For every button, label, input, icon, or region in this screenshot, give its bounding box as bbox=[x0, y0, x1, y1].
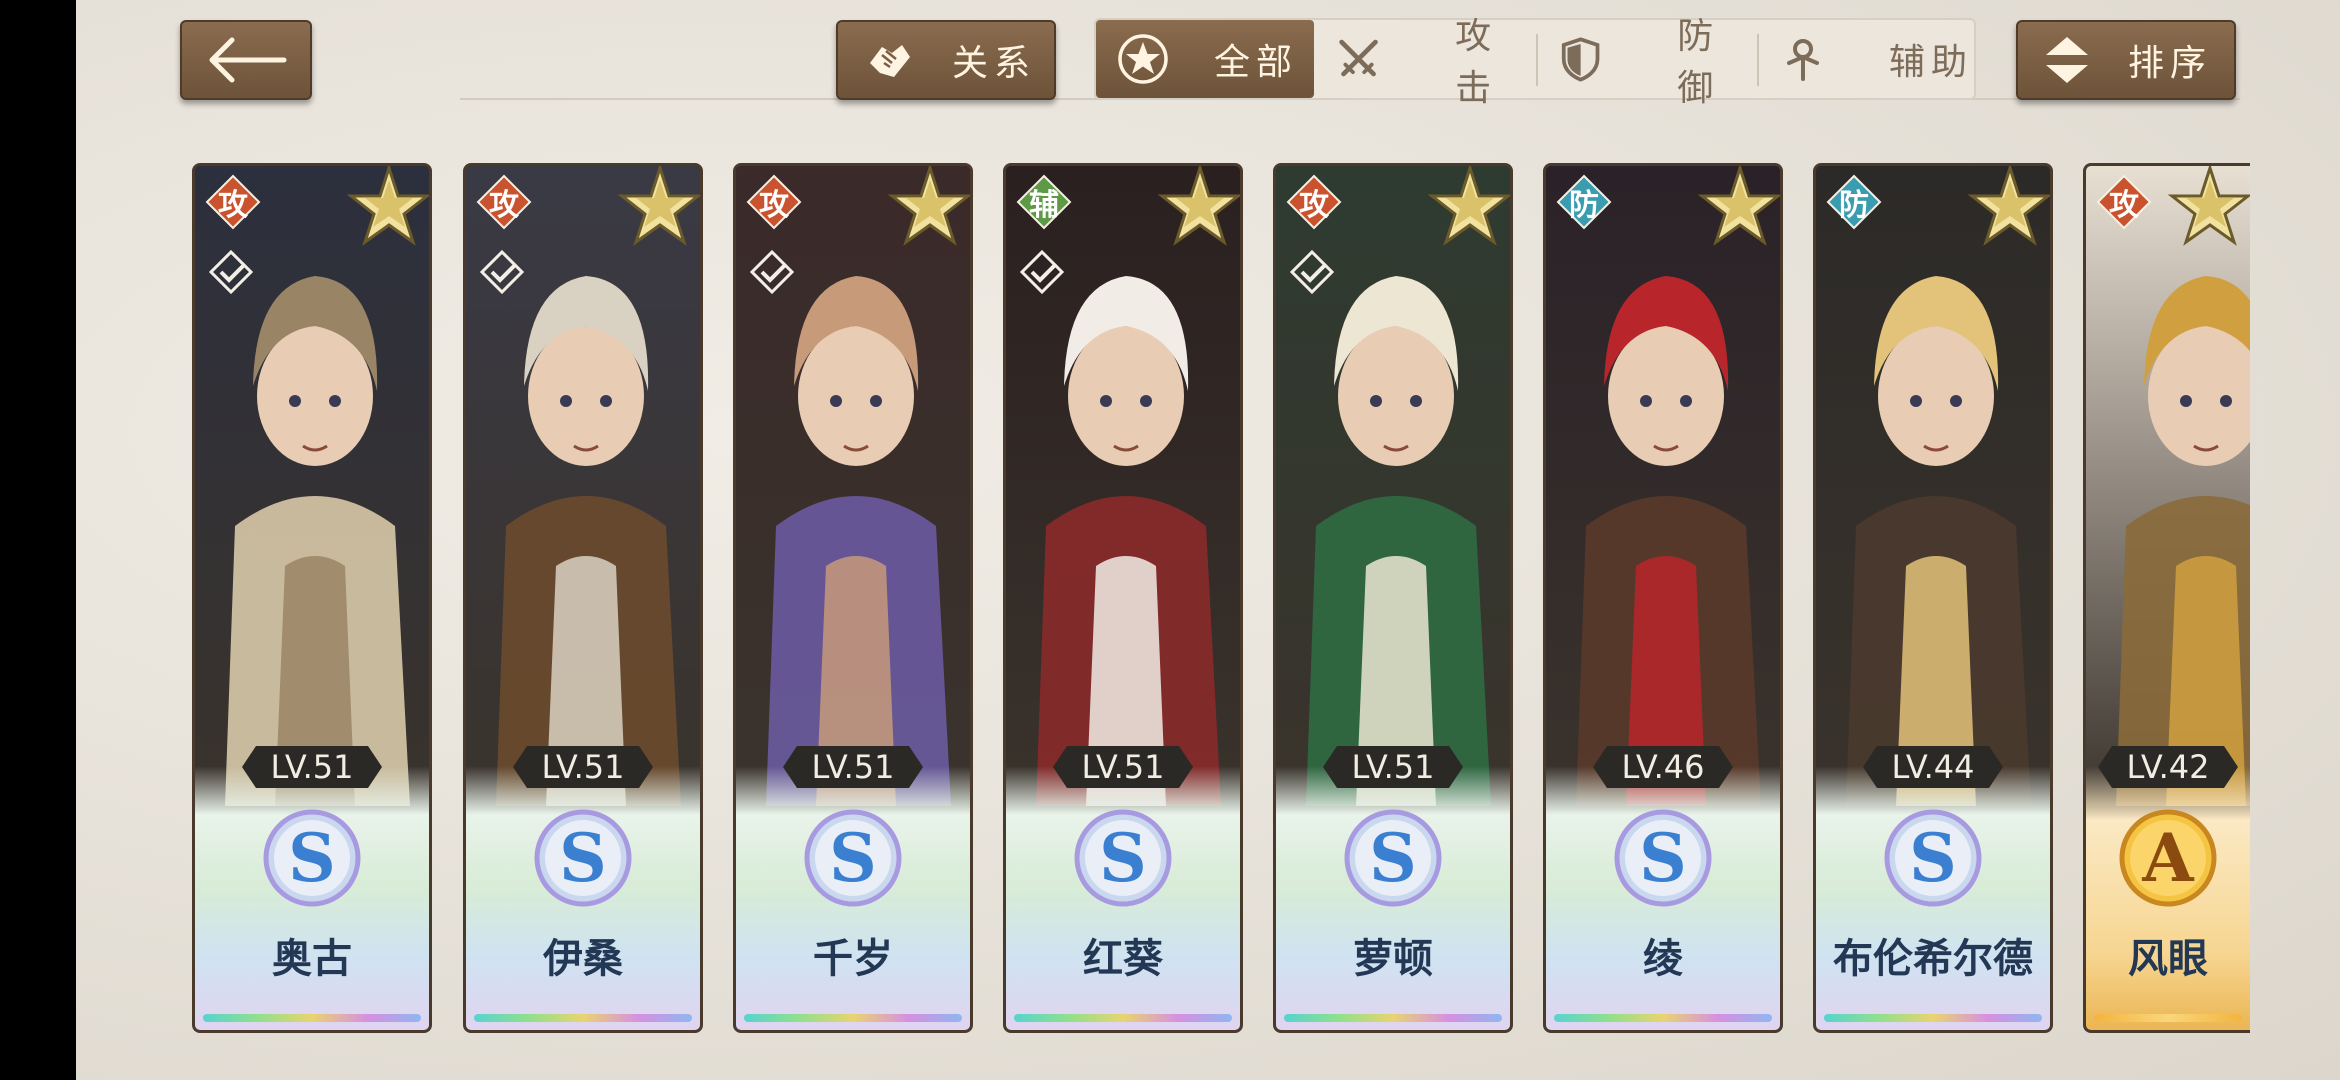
card-bottom-bar bbox=[1824, 1014, 2042, 1022]
card-bottom-bar bbox=[1284, 1014, 1502, 1022]
handshake-icon bbox=[870, 45, 910, 77]
card-bottom-bar bbox=[2094, 1014, 2242, 1022]
shield-icon bbox=[1561, 37, 1600, 82]
relation-button[interactable]: 关系 bbox=[836, 20, 1056, 100]
grade-letter: S bbox=[1909, 819, 1957, 897]
equipment-lock-icon bbox=[1289, 249, 1335, 295]
sort-label: 排序 bbox=[2128, 43, 2213, 84]
tab-all[interactable]: 全部 bbox=[1096, 20, 1314, 98]
grade-letter: A bbox=[2142, 819, 2194, 897]
grade-letter: S bbox=[288, 819, 336, 897]
tab-attack-label: 攻击 bbox=[1455, 16, 1498, 109]
level-badge: LV.42 bbox=[2098, 746, 2238, 788]
tab-support-label: 辅助 bbox=[1889, 42, 1974, 83]
character-name: 绫 bbox=[1643, 935, 1683, 982]
card-bottom-bar bbox=[474, 1014, 692, 1022]
character-card[interactable]: 攻 LV.51 S 萝顿 bbox=[1273, 163, 1513, 1033]
character-card[interactable]: 攻 LV.51 S 伊桑 bbox=[463, 163, 703, 1033]
equipment-lock-icon bbox=[479, 249, 525, 295]
star-icon bbox=[1698, 166, 1780, 246]
star-icon bbox=[618, 166, 700, 246]
grade-letter: S bbox=[559, 819, 607, 897]
character-card[interactable]: 攻 LV.51 S 奥古 bbox=[192, 163, 432, 1033]
tab-attack[interactable]: 攻击 bbox=[1314, 16, 1534, 109]
tab-defense[interactable]: 防御 bbox=[1538, 16, 1756, 109]
character-name: 千岁 bbox=[813, 935, 893, 982]
tab-support[interactable]: 辅助 bbox=[1759, 20, 1974, 98]
star-icon bbox=[888, 166, 970, 246]
character-card[interactable]: 防 LV.46 S 绫 bbox=[1543, 163, 1783, 1033]
level-badge: LV.51 bbox=[783, 746, 923, 788]
level-badge: LV.46 bbox=[1593, 746, 1733, 788]
role-label: 攻 bbox=[759, 188, 789, 223]
character-card[interactable]: 辅 LV.51 S 红葵 bbox=[1003, 163, 1243, 1033]
level-badge: LV.51 bbox=[513, 746, 653, 788]
star-icon bbox=[1158, 166, 1240, 246]
ankh-icon bbox=[1787, 39, 1819, 81]
role-label: 攻 bbox=[2109, 188, 2139, 223]
sort-arrows-icon bbox=[2046, 37, 2088, 83]
character-card[interactable]: 攻 LV.42 A 风眼 bbox=[2083, 163, 2250, 1033]
character-name: 奥古 bbox=[272, 935, 352, 982]
character-name: 萝顿 bbox=[1353, 935, 1433, 982]
star-icon bbox=[2168, 166, 2250, 246]
role-label: 攻 bbox=[1299, 188, 1329, 223]
character-portrait bbox=[2086, 166, 2250, 806]
character-card[interactable]: 防 LV.44 S 布伦希尔德 bbox=[1813, 163, 2053, 1033]
card-bottom-bar bbox=[744, 1014, 962, 1022]
relation-label: 关系 bbox=[952, 43, 1037, 84]
back-button[interactable] bbox=[180, 20, 312, 100]
character-name: 伊桑 bbox=[543, 935, 623, 982]
sort-button[interactable]: 排序 bbox=[2016, 20, 2236, 100]
grade-letter: S bbox=[1369, 819, 1417, 897]
level-badge: LV.44 bbox=[1863, 746, 2003, 788]
tab-defense-label: 防御 bbox=[1677, 16, 1720, 109]
crossed-swords-icon bbox=[1339, 39, 1378, 77]
role-filter-tabs: 全部 攻击 防御 辅助 bbox=[1094, 16, 1976, 109]
equipment-lock-icon bbox=[208, 249, 254, 295]
equipment-lock-icon bbox=[1019, 249, 1065, 295]
star-icon bbox=[1968, 166, 2050, 246]
character-card[interactable]: 攻 LV.51 S 千岁 bbox=[733, 163, 973, 1033]
left-black-bar bbox=[0, 0, 76, 1080]
role-label: 攻 bbox=[489, 188, 519, 223]
star-icon bbox=[1428, 166, 1510, 246]
character-name: 红葵 bbox=[1083, 935, 1163, 982]
role-label: 防 bbox=[1839, 188, 1869, 223]
character-portrait bbox=[1816, 166, 2050, 806]
grade-letter: S bbox=[1639, 819, 1687, 897]
character-name: 布伦希尔德 bbox=[1833, 935, 2033, 982]
card-bottom-bar bbox=[1014, 1014, 1232, 1022]
character-name: 风眼 bbox=[2128, 935, 2208, 982]
star-icon bbox=[347, 166, 429, 246]
equipment-lock-icon bbox=[749, 249, 795, 295]
role-label: 辅 bbox=[1029, 188, 1059, 223]
card-bottom-bar bbox=[1554, 1014, 1772, 1022]
card-bottom-bar bbox=[203, 1014, 421, 1022]
role-label: 攻 bbox=[218, 188, 248, 223]
level-badge: LV.51 bbox=[1053, 746, 1193, 788]
role-label: 防 bbox=[1569, 188, 1599, 223]
grade-letter: S bbox=[829, 819, 877, 897]
tab-all-label: 全部 bbox=[1214, 42, 1299, 83]
back-arrow-icon bbox=[209, 37, 287, 83]
grade-letter: S bbox=[1099, 819, 1147, 897]
level-badge: LV.51 bbox=[242, 746, 382, 788]
level-badge: LV.51 bbox=[1323, 746, 1463, 788]
star-circle-icon bbox=[1118, 34, 1168, 84]
character-portrait bbox=[1546, 166, 1780, 806]
